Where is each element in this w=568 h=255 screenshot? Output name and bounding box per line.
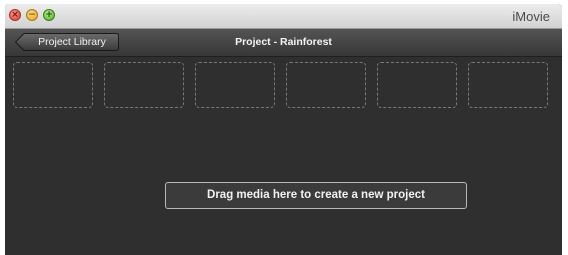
app-title: iMovie <box>512 9 550 24</box>
project-toolbar: Project Library Project - Rainforest <box>5 29 562 57</box>
back-button-label: Project Library <box>38 36 106 48</box>
imovie-window: × − + iMovie Project Library Project - R… <box>5 4 562 255</box>
media-placeholder-slot <box>195 62 275 108</box>
media-placeholder-slot <box>468 62 548 108</box>
close-icon: × <box>11 10 19 20</box>
minimize-icon: − <box>28 10 36 20</box>
media-placeholder-slot <box>286 62 366 108</box>
media-placeholder-slot <box>377 62 457 108</box>
media-placeholder-slot <box>13 62 93 108</box>
zoom-window-button[interactable]: + <box>43 9 55 21</box>
media-placeholder-slot <box>104 62 184 108</box>
close-window-button[interactable]: × <box>9 9 21 21</box>
minimize-window-button[interactable]: − <box>26 9 38 21</box>
drag-media-drop-target[interactable]: Drag media here to create a new project <box>165 182 467 209</box>
project-library-back-button[interactable]: Project Library <box>15 33 119 51</box>
zoom-icon: + <box>45 10 53 20</box>
title-bar: × − + iMovie <box>5 4 562 29</box>
